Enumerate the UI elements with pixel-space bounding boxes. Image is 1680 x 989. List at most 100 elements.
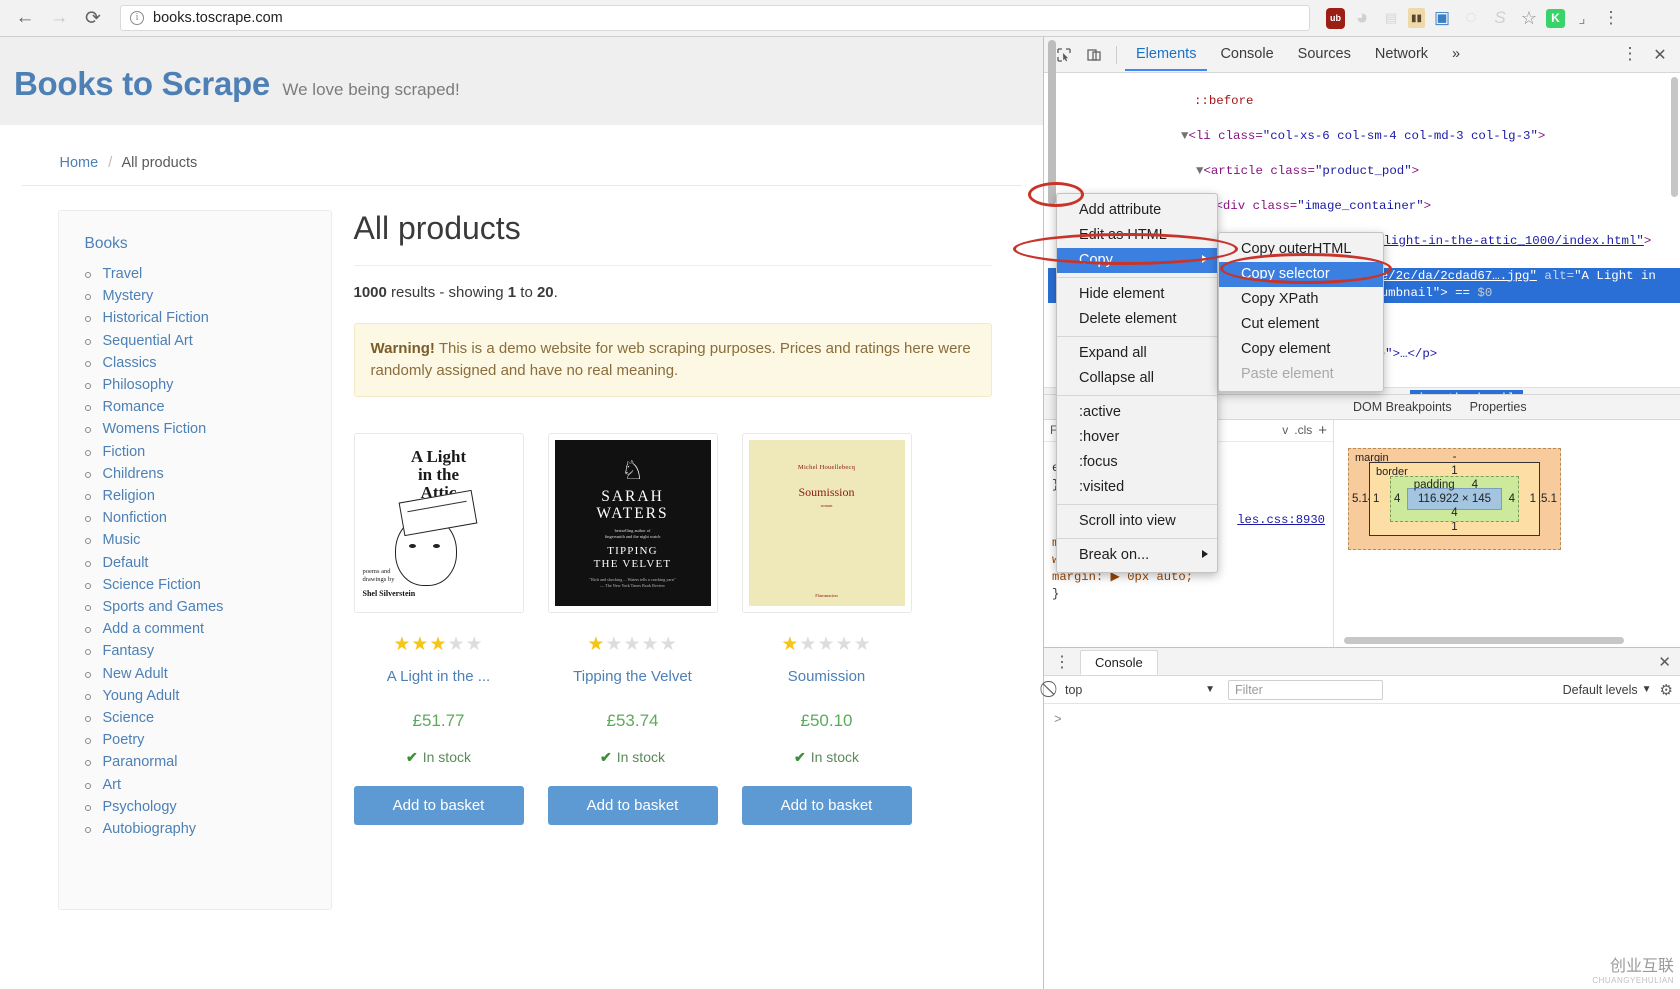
devtools-menu-icon[interactable]: ⋮ — [1616, 42, 1644, 68]
rss-icon[interactable]: ▤ — [1379, 6, 1403, 30]
context-menu[interactable]: Add attributeEdit as HTMLCopyHide elemen… — [1056, 193, 1218, 573]
context-submenu-copy[interactable]: Copy outerHTMLCopy selectorCopy XPathCut… — [1218, 232, 1384, 392]
tab-sources[interactable]: Sources — [1287, 38, 1362, 71]
forward-button[interactable]: → — [44, 3, 74, 33]
drawer-menu-icon[interactable]: ⋮ — [1050, 652, 1080, 672]
category-item[interactable]: Womens Fiction — [99, 418, 321, 440]
ublock-origin-icon[interactable]: ub — [1326, 8, 1345, 29]
skype-icon[interactable]: S — [1488, 6, 1512, 30]
category-item[interactable]: Fiction — [99, 441, 321, 463]
category-link[interactable]: Nonfiction — [103, 510, 167, 526]
menu-item-copy[interactable]: Copy — [1057, 248, 1217, 273]
menu-item-break-on[interactable]: Break on... — [1057, 543, 1217, 568]
category-link[interactable]: Fantasy — [103, 643, 155, 659]
console-levels-select[interactable]: Default levels ▼ — [1563, 683, 1652, 697]
category-item[interactable]: Science Fiction — [99, 574, 321, 596]
pocket-icon[interactable]: ◕ — [1350, 6, 1374, 30]
drawer-close-icon[interactable]: ✕ — [1658, 653, 1680, 671]
category-item[interactable]: Sequential Art — [99, 330, 321, 352]
box-padding-bottom[interactable]: 4 — [1451, 507, 1457, 519]
menu-item-copy-xpath[interactable]: Copy XPath — [1219, 287, 1383, 312]
menu-item-cut-element[interactable]: Cut element — [1219, 312, 1383, 337]
site-info-icon[interactable]: i — [130, 11, 144, 25]
menu-item-scroll-into-view[interactable]: Scroll into view — [1057, 509, 1217, 534]
box-border-right[interactable]: 1 — [1530, 493, 1536, 505]
category-link[interactable]: Default — [103, 555, 149, 571]
tab-elements[interactable]: Elements — [1125, 38, 1207, 71]
category-item[interactable]: Historical Fiction — [99, 307, 321, 329]
category-link[interactable]: Young Adult — [103, 688, 180, 704]
menu-item-copy-element[interactable]: Copy element — [1219, 337, 1383, 362]
devtools-close-icon[interactable]: ✕ — [1646, 42, 1674, 68]
tab-network[interactable]: Network — [1364, 38, 1439, 71]
category-item[interactable]: Paranormal — [99, 751, 321, 773]
category-item[interactable]: Psychology — [99, 796, 321, 818]
category-item[interactable]: Mystery — [99, 285, 321, 307]
category-link[interactable]: Poetry — [103, 732, 145, 748]
product-title-link[interactable]: Soumission — [742, 668, 912, 685]
kaspersky-icon[interactable]: K — [1546, 9, 1565, 28]
category-item[interactable]: Music — [99, 529, 321, 551]
book-cover-image[interactable]: A Lightin theAttic poems anddrawings by … — [361, 440, 517, 606]
drawer-tab-console[interactable]: Console — [1080, 650, 1158, 675]
add-to-basket-button[interactable]: Add to basket — [548, 786, 718, 825]
product-title-link[interactable]: A Light in the ... — [354, 668, 524, 685]
category-link[interactable]: Childrens — [103, 466, 164, 482]
category-item[interactable]: Poetry — [99, 729, 321, 751]
reload-button[interactable]: ⟳ — [78, 3, 108, 33]
book-cover-image[interactable]: ♘ SARAHWATERS bestselling author offinge… — [555, 440, 711, 606]
category-link[interactable]: Art — [103, 777, 122, 793]
menu-item-copy-outerhtml[interactable]: Copy outerHTML — [1219, 237, 1383, 262]
dom-line-li[interactable]: ▼<li class="col-xs-6 col-sm-4 col-md-3 c… — [1048, 128, 1680, 146]
menu-item-edit-as-html[interactable]: Edit as HTML — [1057, 223, 1217, 248]
category-link[interactable]: Historical Fiction — [103, 310, 209, 326]
sidebar-title[interactable]: Books — [85, 235, 321, 253]
category-item[interactable]: Sports and Games — [99, 596, 321, 618]
category-link[interactable]: Romance — [103, 399, 165, 415]
box-model-scrollbar[interactable] — [1344, 637, 1624, 644]
menu-item-focus[interactable]: :focus — [1057, 450, 1217, 475]
category-item[interactable]: Childrens — [99, 463, 321, 485]
dom-line-pseudo[interactable]: ::before — [1048, 93, 1680, 111]
menu-item-copy-selector[interactable]: Copy selector — [1219, 262, 1383, 287]
category-item[interactable]: Religion — [99, 485, 321, 507]
category-link[interactable]: Autobiography — [103, 821, 197, 837]
product-thumbnail[interactable]: ♘ SARAHWATERS bestselling author offinge… — [548, 433, 718, 613]
box-padding-right[interactable]: 4 — [1509, 493, 1515, 505]
category-link[interactable]: Sports and Games — [103, 599, 224, 615]
box-border-left[interactable]: 1 — [1373, 493, 1379, 505]
console-context-select[interactable]: top ▼ — [1060, 680, 1220, 700]
console-settings-icon[interactable]: ⚙ — [1660, 681, 1673, 699]
styles-hov-button[interactable]: v — [1282, 422, 1288, 439]
menu-item-expand-all[interactable]: Expand all — [1057, 341, 1217, 366]
category-link[interactable]: Fiction — [103, 444, 146, 460]
category-item[interactable]: Science — [99, 707, 321, 729]
category-item[interactable]: Fantasy — [99, 640, 321, 662]
tab-properties[interactable]: Properties — [1461, 396, 1536, 418]
product-thumbnail[interactable]: Michel Houellebecq Soumission roman Flam… — [742, 433, 912, 613]
menu-item-active[interactable]: :active — [1057, 400, 1217, 425]
category-item[interactable]: Autobiography — [99, 818, 321, 840]
category-item[interactable]: Default — [99, 552, 321, 574]
product-title-link[interactable]: Tipping the Velvet — [548, 668, 718, 685]
tab-console[interactable]: Console — [1209, 38, 1284, 71]
category-link[interactable]: Music — [103, 532, 141, 548]
category-item[interactable]: Nonfiction — [99, 507, 321, 529]
category-item[interactable]: New Adult — [99, 663, 321, 685]
category-item[interactable]: Art — [99, 774, 321, 796]
add-to-basket-button[interactable]: Add to basket — [742, 786, 912, 825]
menu-item-add-attribute[interactable]: Add attribute — [1057, 198, 1217, 223]
category-link[interactable]: Travel — [103, 266, 143, 282]
product-thumbnail[interactable]: A Lightin theAttic poems anddrawings by … — [354, 433, 524, 613]
category-link[interactable]: New Adult — [103, 666, 168, 682]
more-tabs-icon[interactable]: » — [1441, 38, 1471, 71]
styles-new-rule-button[interactable]: + — [1318, 422, 1327, 439]
category-item[interactable]: Classics — [99, 352, 321, 374]
box-padding-top[interactable]: 4 — [1472, 479, 1478, 491]
box-border-bottom[interactable]: 1 — [1451, 521, 1457, 533]
category-item[interactable]: Add a comment — [99, 618, 321, 640]
dom-tree-scrollbar[interactable] — [1671, 77, 1678, 197]
back-button[interactable]: ← — [10, 3, 40, 33]
styles-cls-button[interactable]: .cls — [1294, 422, 1312, 439]
devtools-left-scrollbar[interactable] — [1048, 40, 1056, 205]
